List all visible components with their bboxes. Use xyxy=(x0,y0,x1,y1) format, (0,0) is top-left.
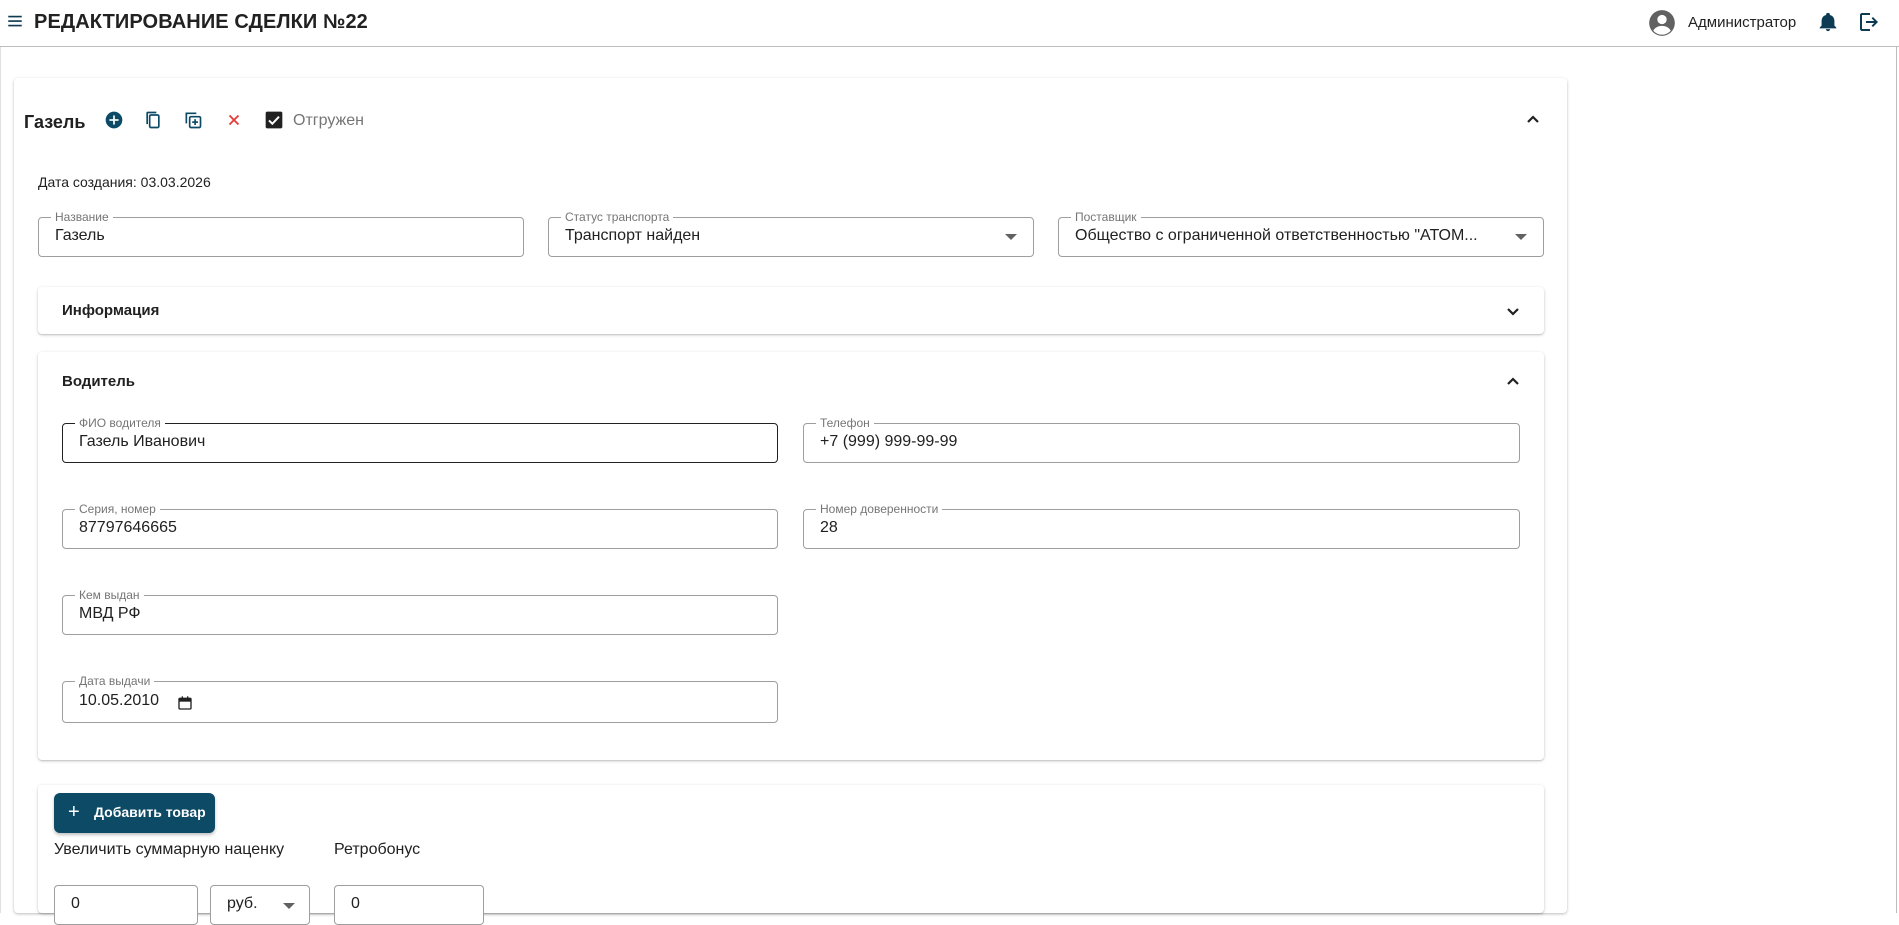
currency-select[interactable]: руб. xyxy=(210,885,310,925)
left-divider xyxy=(0,47,1,913)
chevron-up-icon[interactable] xyxy=(1521,108,1545,132)
supplier-select[interactable]: Поставщик Общество с ограниченной ответс… xyxy=(1058,210,1544,257)
add-product-button[interactable]: + Добавить товар xyxy=(54,793,215,833)
phone-label: Телефон xyxy=(816,416,874,430)
issued-by-label: Кем выдан xyxy=(75,588,144,602)
name-label: Название xyxy=(51,210,113,224)
passport-value: 87797646665 xyxy=(79,519,177,536)
phone-value: +7 (999) 999-99-99 xyxy=(820,433,958,450)
dropdown-arrow-icon xyxy=(1515,234,1527,240)
calendar-icon[interactable] xyxy=(177,695,193,711)
currency-value: руб. xyxy=(227,895,258,912)
transport-status-value: Транспорт найден xyxy=(565,227,701,244)
close-icon[interactable] xyxy=(222,108,246,132)
dropdown-arrow-icon xyxy=(283,903,295,909)
passport-label: Серия, номер xyxy=(75,502,160,516)
power-of-attorney-field[interactable]: Номер доверенности 28 xyxy=(803,502,1520,549)
transport-status-select[interactable]: Статус транспорта Транспорт найден xyxy=(548,210,1034,257)
retrobonus-label: Ретробонус xyxy=(334,841,421,858)
logout-icon[interactable] xyxy=(1857,10,1881,34)
copy-icon[interactable] xyxy=(141,108,165,132)
passport-field[interactable]: Серия, номер 87797646665 xyxy=(62,502,778,549)
add-circle-icon[interactable] xyxy=(102,108,126,132)
markup-input[interactable]: 0 xyxy=(54,885,198,925)
issued-by-field[interactable]: Кем выдан МВД РФ xyxy=(62,588,778,635)
chevron-down-icon[interactable] xyxy=(1501,299,1525,323)
duplicate-icon[interactable] xyxy=(181,108,205,132)
dropdown-arrow-icon xyxy=(1005,234,1017,240)
driver-name-label: ФИО водителя xyxy=(75,416,165,430)
info-section-title: Информация xyxy=(62,302,160,319)
markup-value: 0 xyxy=(71,895,80,912)
name-field[interactable]: Название Газель xyxy=(38,210,524,257)
info-section[interactable]: Информация xyxy=(38,287,1544,334)
issue-date-value: 10.05.2010 xyxy=(79,692,160,709)
vehicle-title: Газель xyxy=(24,112,86,132)
account-circle-icon xyxy=(1649,10,1675,36)
driver-name-value: Газель Иванович xyxy=(79,433,206,450)
power-of-attorney-value: 28 xyxy=(820,519,838,536)
add-product-label: Добавить товар xyxy=(94,804,206,820)
issued-by-value: МВД РФ xyxy=(79,605,141,622)
supplier-label: Поставщик xyxy=(1071,210,1141,224)
checkbox-checked-icon[interactable] xyxy=(262,108,286,132)
issue-date-label: Дата выдачи xyxy=(75,674,155,688)
menu-icon[interactable] xyxy=(6,12,24,30)
driver-section-title: Водитель xyxy=(62,373,135,390)
transport-status-label: Статус транспорта xyxy=(561,210,674,224)
app-bar: РЕДАКТИРОВАНИЕ СДЕЛКИ №22 Администратор xyxy=(0,0,1899,47)
user-name[interactable]: Администратор xyxy=(1688,14,1796,31)
chevron-up-icon[interactable] xyxy=(1501,370,1525,394)
driver-name-field[interactable]: ФИО водителя Газель Иванович xyxy=(62,416,778,463)
bell-icon[interactable] xyxy=(1817,11,1839,33)
retrobonus-input[interactable]: 0 xyxy=(334,885,484,925)
issue-date-field[interactable]: Дата выдачи 10.05.2010 xyxy=(62,674,778,723)
supplier-value: Общество с ограниченной ответственностью… xyxy=(1075,227,1478,244)
right-divider xyxy=(1896,47,1897,913)
created-date: Дата создания: 03.03.2026 xyxy=(38,174,211,190)
plus-icon: + xyxy=(68,801,80,823)
name-value: Газель xyxy=(55,227,105,244)
power-of-attorney-label: Номер доверенности xyxy=(816,502,943,516)
phone-field[interactable]: Телефон +7 (999) 999-99-99 xyxy=(803,416,1520,463)
page-title: РЕДАКТИРОВАНИЕ СДЕЛКИ №22 xyxy=(34,11,368,33)
markup-label: Увеличить суммарную наценку xyxy=(54,841,285,858)
shipped-label[interactable]: Отгружен xyxy=(293,112,364,130)
retrobonus-value: 0 xyxy=(351,895,360,912)
